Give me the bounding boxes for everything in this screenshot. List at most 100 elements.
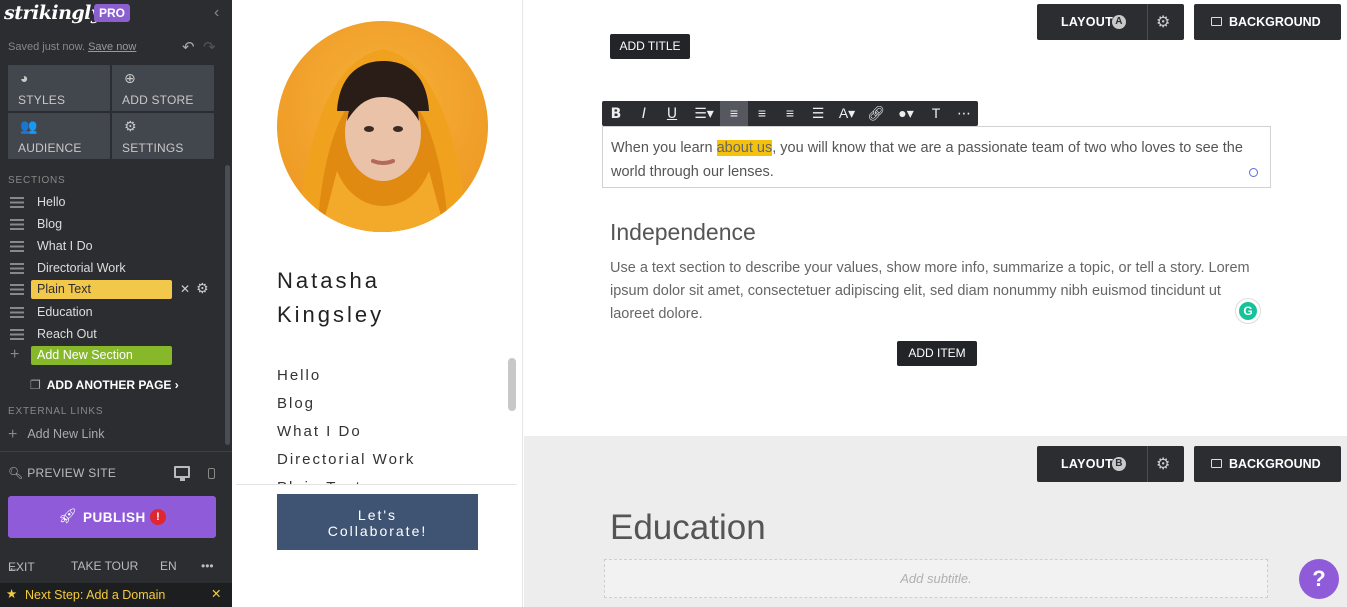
add-new-section-button[interactable]: + Add New Section — [8, 346, 223, 366]
font-size-icon[interactable]: A▾ — [832, 101, 862, 126]
styles-button[interactable]: ◕ STYLES — [8, 65, 110, 111]
strikingly-logo[interactable]: strikingly — [4, 2, 102, 24]
align-left-icon[interactable]: ≡ — [720, 101, 748, 126]
drag-handle-icon[interactable] — [10, 197, 24, 208]
site-nav-column: Natasha Kingsley Hello Blog What I Do Di… — [232, 0, 523, 607]
section-item-blog[interactable]: Blog — [8, 215, 223, 235]
tool-grid: ◕ STYLES ⊕ ADD STORE 👥 AUDIENCE ⚙ SETTIN… — [8, 65, 215, 160]
site-nav-scrollbar[interactable] — [508, 358, 516, 411]
alert-badge: ! — [150, 509, 166, 525]
take-tour-button[interactable]: TAKE TOUR — [71, 559, 138, 573]
italic-icon[interactable]: I — [630, 101, 658, 126]
palette-icon: ◕ — [20, 70, 29, 86]
close-icon[interactable]: ✕ — [211, 586, 221, 601]
add-another-page-button[interactable]: ❐ ADD ANOTHER PAGE › — [30, 378, 179, 392]
drag-handle-icon[interactable] — [10, 329, 24, 340]
item-body-text[interactable]: Use a text section to describe your valu… — [610, 257, 1250, 326]
clear-format-icon[interactable]: T — [922, 101, 950, 126]
drag-handle-icon[interactable] — [10, 263, 24, 274]
pages-icon: ❐ — [30, 378, 41, 392]
divider — [1147, 446, 1148, 482]
background-button[interactable]: BACKGROUND — [1194, 446, 1341, 482]
site-owner-name[interactable]: Natasha Kingsley — [277, 264, 477, 332]
add-item-button[interactable]: ADD ITEM — [897, 341, 977, 366]
section-title[interactable]: Education — [610, 508, 766, 548]
nav-link-plain-text[interactable]: Plain Text — [277, 474, 497, 484]
grammarly-icon[interactable] — [1235, 298, 1261, 324]
profile-photo[interactable] — [277, 21, 488, 232]
section-settings-gear-icon[interactable]: ⚙ — [1156, 454, 1171, 474]
section-item-education[interactable]: Education — [8, 303, 223, 323]
settings-button[interactable]: ⚙ SETTINGS — [112, 113, 214, 159]
star-icon: ★ — [6, 587, 18, 601]
section-item-what-i-do[interactable]: What I Do — [8, 237, 223, 257]
align-right-icon[interactable]: ≡ — [776, 101, 804, 126]
more-options-icon[interactable]: ⋯ — [950, 101, 978, 126]
layout-b-button[interactable]: LAYOUT B ⚙ — [1037, 446, 1184, 482]
editor-sidebar: strikingly PRO ‹ Saved just now. Save now… — [0, 0, 232, 607]
divider — [0, 451, 232, 452]
section-item-hello[interactable]: Hello — [8, 193, 223, 213]
desktop-view-icon[interactable] — [174, 466, 190, 481]
section-settings-gear-icon[interactable]: ⚙ — [196, 280, 209, 297]
collapse-sidebar-icon[interactable]: ‹ — [214, 4, 219, 22]
drag-handle-icon[interactable] — [10, 241, 24, 252]
subtitle-input[interactable]: Add subtitle. — [604, 559, 1268, 598]
add-store-button[interactable]: ⊕ ADD STORE — [112, 65, 214, 111]
bold-icon[interactable]: B — [602, 101, 630, 126]
add-title-button[interactable]: ADD TITLE — [610, 34, 690, 59]
delete-section-icon[interactable]: ✕ — [180, 282, 190, 296]
section-item-plain-text[interactable]: Plain Text ✕ ⚙ — [8, 280, 223, 300]
drag-handle-icon[interactable] — [10, 307, 24, 318]
add-new-link-button[interactable]: + Add New Link — [8, 425, 104, 443]
language-button[interactable]: EN — [160, 559, 177, 573]
site-nav-menu: Hello Blog What I Do Directorial Work Pl… — [277, 362, 497, 484]
drag-handle-icon[interactable] — [10, 284, 24, 295]
section-item-reach-out[interactable]: Reach Out — [8, 325, 223, 345]
sidebar-scrollbar[interactable] — [225, 165, 230, 445]
background-button[interactable]: BACKGROUND — [1194, 4, 1341, 40]
plain-text-section: LAYOUT A ⚙ BACKGROUND ADD TITLE B I U ☰▾… — [524, 0, 1347, 436]
save-now-link[interactable]: Save now — [88, 41, 136, 53]
mobile-view-icon[interactable] — [208, 468, 215, 479]
link-icon[interactable]: 🔗︎ — [862, 101, 890, 126]
section-settings-gear-icon[interactable]: ⚙ — [1156, 12, 1171, 32]
text-format-toolbar: B I U ☰▾ ≡ ≡ ≡ ☰ A▾ 🔗︎ ●▾ T ⋯ — [602, 101, 978, 126]
nav-link-blog[interactable]: Blog — [277, 390, 497, 418]
people-icon: 👥 — [20, 118, 38, 134]
item-heading[interactable]: Independence — [610, 219, 756, 246]
layout-a-button[interactable]: LAYOUT A ⚙ — [1037, 4, 1184, 40]
audience-button[interactable]: 👥 AUDIENCE — [8, 113, 110, 159]
align-justify-icon[interactable]: ☰ — [804, 101, 832, 126]
gear-icon: ⚙ — [124, 118, 137, 134]
divider — [236, 484, 517, 485]
rocket-icon: 🚀︎ — [58, 508, 78, 525]
collaborate-button[interactable]: Let's Collaborate! — [277, 494, 478, 550]
next-step-banner[interactable]: ★ Next Step: Add a Domain ✕ — [0, 583, 232, 607]
resize-handle-icon[interactable] — [1249, 168, 1258, 177]
image-icon — [1211, 17, 1222, 26]
more-options-icon[interactable]: ••• — [201, 559, 214, 573]
layout-variant-badge: A — [1112, 15, 1126, 29]
preview-site-button[interactable]: 🔍︎ PREVIEW SITE — [8, 466, 116, 480]
layout-variant-badge: B — [1112, 457, 1126, 471]
text-color-icon[interactable]: ●▾ — [890, 101, 922, 126]
chevron-right-icon: › — [174, 378, 179, 392]
section-item-directorial-work[interactable]: Directorial Work — [8, 259, 223, 279]
help-button[interactable]: ? — [1299, 559, 1339, 599]
image-icon — [1211, 459, 1222, 468]
list-icon[interactable]: ☰▾ — [688, 101, 720, 126]
store-icon: ⊕ — [124, 70, 136, 86]
nav-link-hello[interactable]: Hello — [277, 362, 497, 390]
publish-button[interactable]: 🚀︎ PUBLISH ! — [8, 496, 216, 538]
align-center-icon[interactable]: ≡ — [748, 101, 776, 126]
divider — [1147, 4, 1148, 40]
undo-icon[interactable]: ↶ — [182, 38, 195, 56]
rich-text-editor[interactable]: When you learn about us, you will know t… — [602, 126, 1271, 188]
pro-badge: PRO — [94, 4, 131, 22]
underline-icon[interactable]: U — [658, 101, 686, 126]
nav-link-what-i-do[interactable]: What I Do — [277, 418, 497, 446]
drag-handle-icon[interactable] — [10, 219, 24, 230]
redo-icon[interactable]: ↷ — [203, 38, 216, 56]
nav-link-directorial-work[interactable]: Directorial Work — [277, 446, 497, 474]
